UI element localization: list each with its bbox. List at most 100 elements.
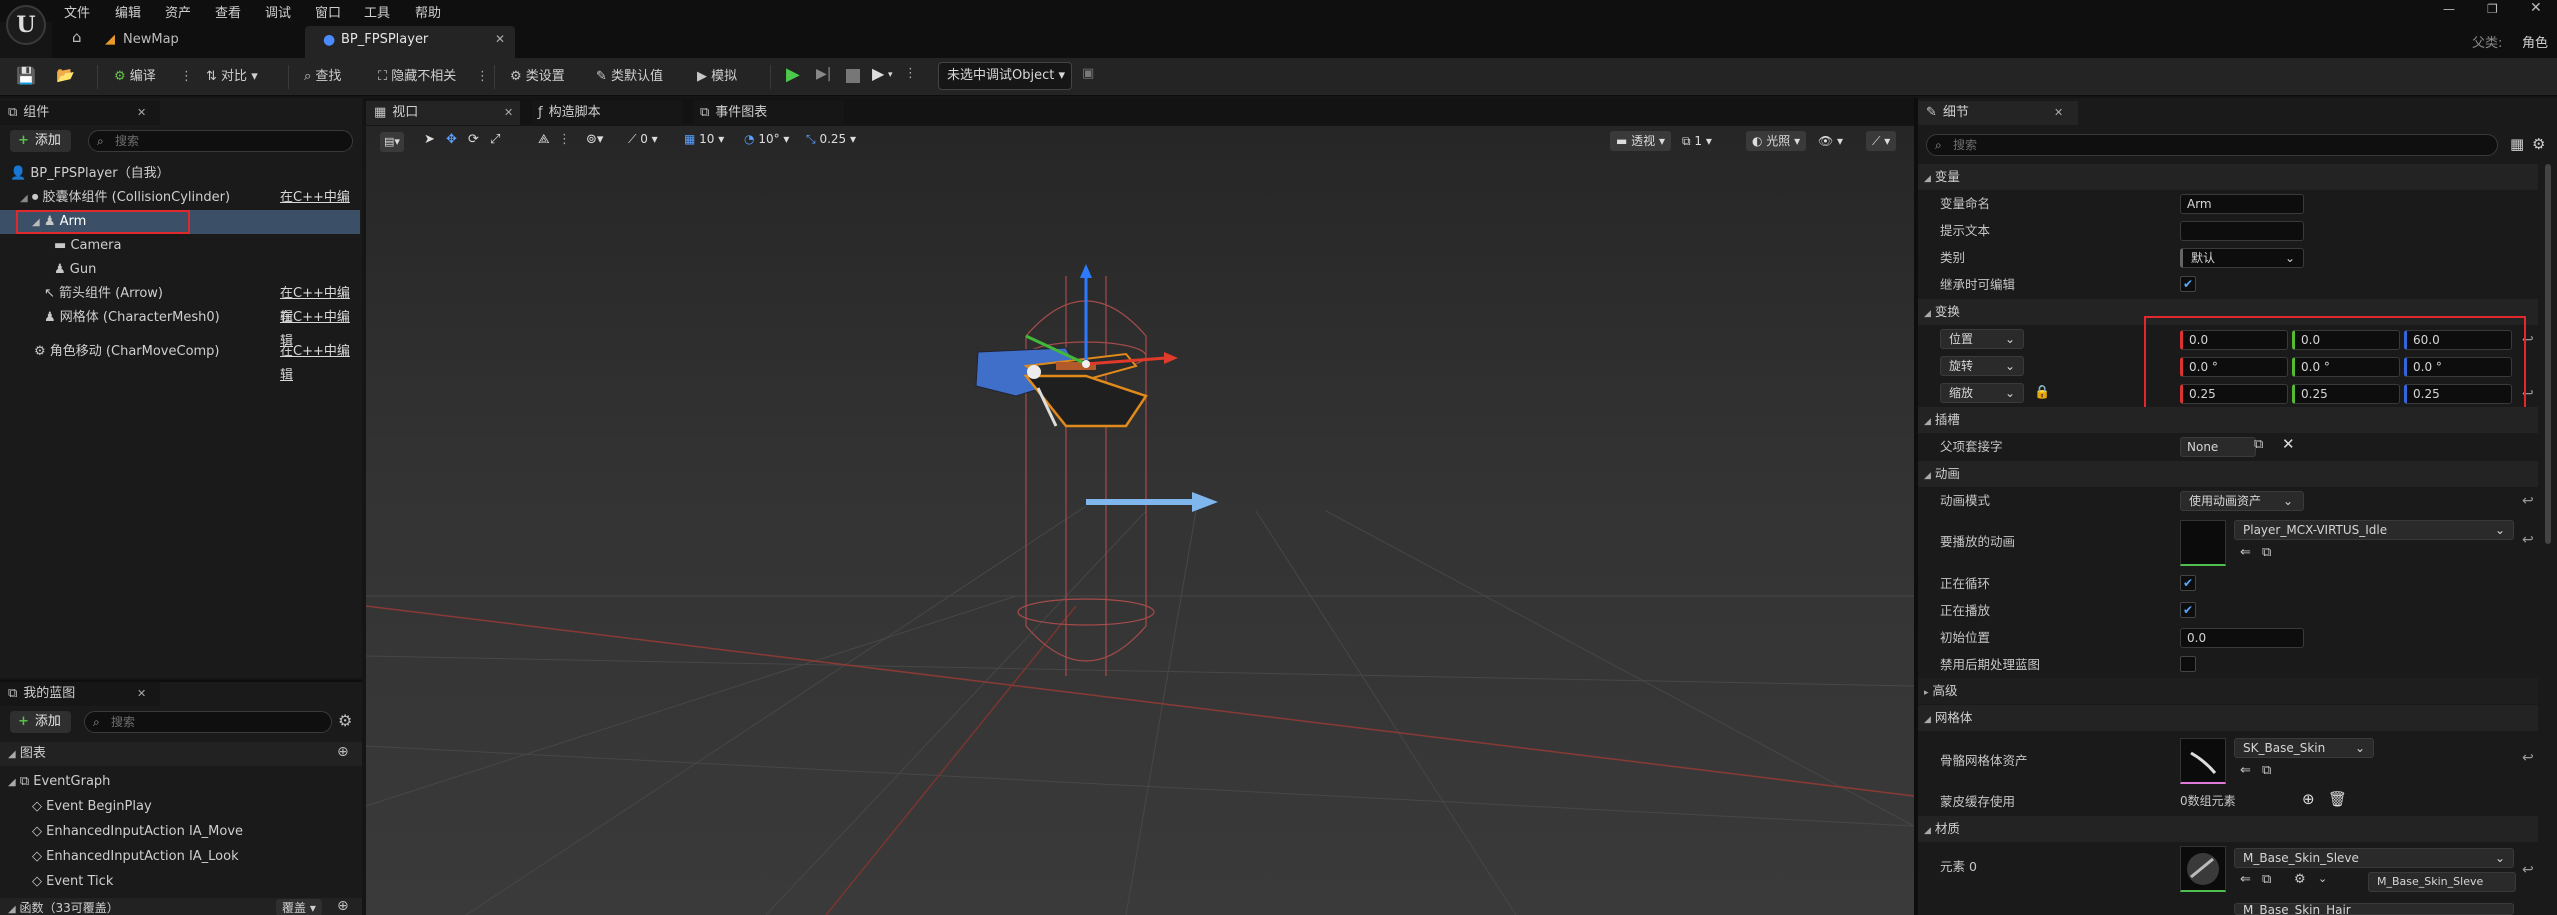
diff-button[interactable]: ⇅ 对比 ▾ [206,66,258,88]
material-dropdown-arrow-icon[interactable]: ⌄ [2318,872,2327,885]
add-graph-icon[interactable]: ⊕ [337,744,349,760]
location-mode-dropdown[interactable]: 位置 ⌄ [1940,329,2024,349]
use-selected-icon[interactable]: ⇐ [2240,545,2251,560]
close-tab-icon[interactable]: ✕ [495,32,505,46]
more-options-icon[interactable]: ⋮ [558,132,571,147]
reset-anim-mode-icon[interactable]: ↩ [2522,493,2534,509]
disable-post-process-checkbox[interactable] [2180,656,2196,672]
close-panel-icon[interactable]: ✕ [137,682,146,706]
simulate-button[interactable]: ▶ 模拟 [697,66,737,88]
event-item[interactable]: ◇ EnhancedInputAction IA_Look [32,845,239,869]
class-defaults-button[interactable]: ✎ 类默认值 [596,66,663,88]
parent-socket-field[interactable]: None [2180,437,2256,457]
browse-asset-icon[interactable]: ⧉ [2262,872,2271,887]
rotate-tool-icon[interactable]: ⟳ [468,132,479,147]
compile-button[interactable]: ⚙ 编译 [114,66,156,88]
tab-newmap[interactable]: ◢ NewMap [95,26,189,54]
component-row-camera[interactable]: ▬ Camera [54,234,354,258]
move-tool-icon[interactable]: ✥ [446,132,457,147]
use-selected-icon[interactable]: ⇐ [2240,872,2251,887]
anim-asset-dropdown[interactable]: Player_MCX-VIRTUS_Idle ⌄ [2234,520,2514,540]
event-item[interactable]: ◇ EnhancedInputAction IA_Move [32,820,243,844]
menu-tools[interactable]: 工具 [364,2,390,21]
lock-icon[interactable]: 🔒 [2034,385,2050,400]
browse-asset-icon[interactable]: ⧉ [2262,545,2271,560]
reset-material-icon[interactable]: ↩ [2522,862,2534,878]
browse-icon[interactable]: 📂 [56,66,75,84]
reset-mesh-icon[interactable]: ↩ [2522,750,2534,766]
settings-gear-icon[interactable]: ⚙ [2532,135,2545,153]
component-row-gun[interactable]: ♟ Gun [54,258,354,282]
compile-options-icon[interactable]: ⋮ [180,66,193,88]
find-button[interactable]: ⌕ 查找 [304,66,341,88]
component-row-root[interactable]: 👤 BP_FPSPlayer（自我） [10,162,360,186]
components-search-input[interactable]: ⌕ 搜索 [88,130,353,152]
performance-dropdown[interactable]: ⟋ ▾ [1866,131,1897,151]
viewport-canvas[interactable]: ▤▾ ➤ ✥ ⟳ ⤢ ⟁ ⋮ ⊚▾ ⟋ 0 ▾ ▦ 10 ▾ ◔ 10° ▾ ⤡… [366,126,1914,915]
browse-asset-icon[interactable]: ⧉ [2262,763,2271,778]
step-icon[interactable]: ▶| [816,66,831,82]
editable-checkbox[interactable]: ✔ [2180,276,2196,292]
rotation-angle-snap[interactable]: ◔ 10° ▾ [744,132,789,146]
menu-asset[interactable]: 资产 [165,2,191,21]
skeletal-mesh-thumbnail[interactable] [2180,738,2226,784]
settings-gear-icon[interactable]: ⚙ [338,711,352,730]
menu-help[interactable]: 帮助 [415,2,441,21]
use-selected-icon[interactable]: ⇐ [2240,763,2251,778]
select-tool-icon[interactable]: ➤ [424,132,435,147]
tab-bp-fpsplayer[interactable]: ● BP_FPSPlayer ✕ [305,26,515,58]
play-mode-icon[interactable]: ▶ [872,64,884,83]
stop-icon[interactable] [846,69,860,83]
section-mesh[interactable]: ◢ 网格体 [1918,705,2538,731]
camera-speed-dropdown[interactable]: ⧉ 1 ▾ [1682,131,1712,151]
reset-anim-icon[interactable]: ↩ [2522,532,2534,548]
menu-edit[interactable]: 编辑 [115,2,141,21]
home-icon[interactable]: ⌂ [72,28,82,46]
close-tab-icon[interactable]: ✕ [504,101,513,125]
my-blueprint-tab[interactable]: ⧉ 我的蓝图 ✕ [0,682,160,706]
component-row-arm[interactable]: ◢ ♟ Arm [32,210,352,234]
tab-event-graph[interactable]: ⧉ 事件图表 [694,101,844,125]
viewport-options-icon[interactable]: ▤▾ [380,132,404,152]
component-row-arrow[interactable]: ↖ 箭头组件 (Arrow) 在C++中编辑 [44,282,360,325]
edit-in-cpp-link[interactable]: 在C++中编辑 [280,340,360,388]
material-dropdown[interactable]: M_Base_Skin_Sleve ⌄ [2234,848,2514,868]
surface-snap-icon[interactable]: ⟁ [538,132,550,147]
minimize-icon[interactable]: — [2443,2,2455,16]
perspective-dropdown[interactable]: ▬ 透视 ▾ [1610,131,1672,151]
section-sockets[interactable]: ◢ 插槽 [1918,407,2538,433]
parent-class-value[interactable]: 角色 [2522,32,2548,51]
section-materials[interactable]: ◢ 材质 [1918,816,2538,842]
show-flags-dropdown[interactable]: 👁 ▾ [1818,131,1843,151]
add-blueprint-item-button[interactable]: + 添加 [10,711,71,733]
debug-filter-icon[interactable]: ▣ [1082,66,1094,81]
add-function-icon[interactable]: ⊕ [337,898,349,914]
event-item[interactable]: ◇ Event Tick [32,870,113,894]
playing-checkbox[interactable]: ✔ [2180,602,2196,618]
lit-mode-dropdown[interactable]: ◐ 光照 ▾ [1746,131,1807,151]
play-icon[interactable]: ▶ [786,64,800,85]
material-thumbnail[interactable] [2180,846,2226,892]
rotation-mode-dropdown[interactable]: 旋转 ⌄ [1940,356,2024,376]
details-tab[interactable]: ✎ 细节 ✕ [1918,101,2078,125]
components-tab[interactable]: ⧉ 组件 ✕ [0,101,160,125]
coordinate-space-icon[interactable]: ⊚▾ [586,132,603,147]
material-slot-name-field[interactable]: M_Base_Skin_Sleve [2368,872,2516,892]
override-dropdown[interactable]: 覆盖 ▾ [276,899,322,915]
tooltip-field[interactable] [2180,221,2304,241]
details-search-input[interactable]: ⌕ 搜索 [1926,134,2498,156]
collapse-arrow-icon[interactable]: ◢ [20,193,28,204]
looping-checkbox[interactable]: ✔ [2180,575,2196,591]
add-component-button[interactable]: + 添加 [10,130,71,152]
skeletal-mesh-dropdown[interactable]: SK_Base_Skin ⌄ [2234,738,2374,758]
scale-mode-dropdown[interactable]: 缩放 ⌄ [1940,383,2024,403]
restore-icon[interactable]: ❐ [2487,2,2498,16]
scale-snap[interactable]: ⤡ 0.25 ▾ [806,132,856,147]
clear-socket-icon[interactable]: ✕ [2282,435,2295,453]
class-settings-button[interactable]: ⚙ 类设置 [510,66,565,88]
collapse-arrow-icon[interactable]: ◢ [8,777,16,788]
variable-name-field[interactable]: Arm [2180,194,2304,214]
menu-file[interactable]: 文件 [64,2,90,21]
component-row-capsule[interactable]: ◢ ⏺ 胶囊体组件 (CollisionCylinder) 在C++中编辑 [20,186,360,229]
play-mode-dropdown-icon[interactable]: ▾ [888,70,893,80]
